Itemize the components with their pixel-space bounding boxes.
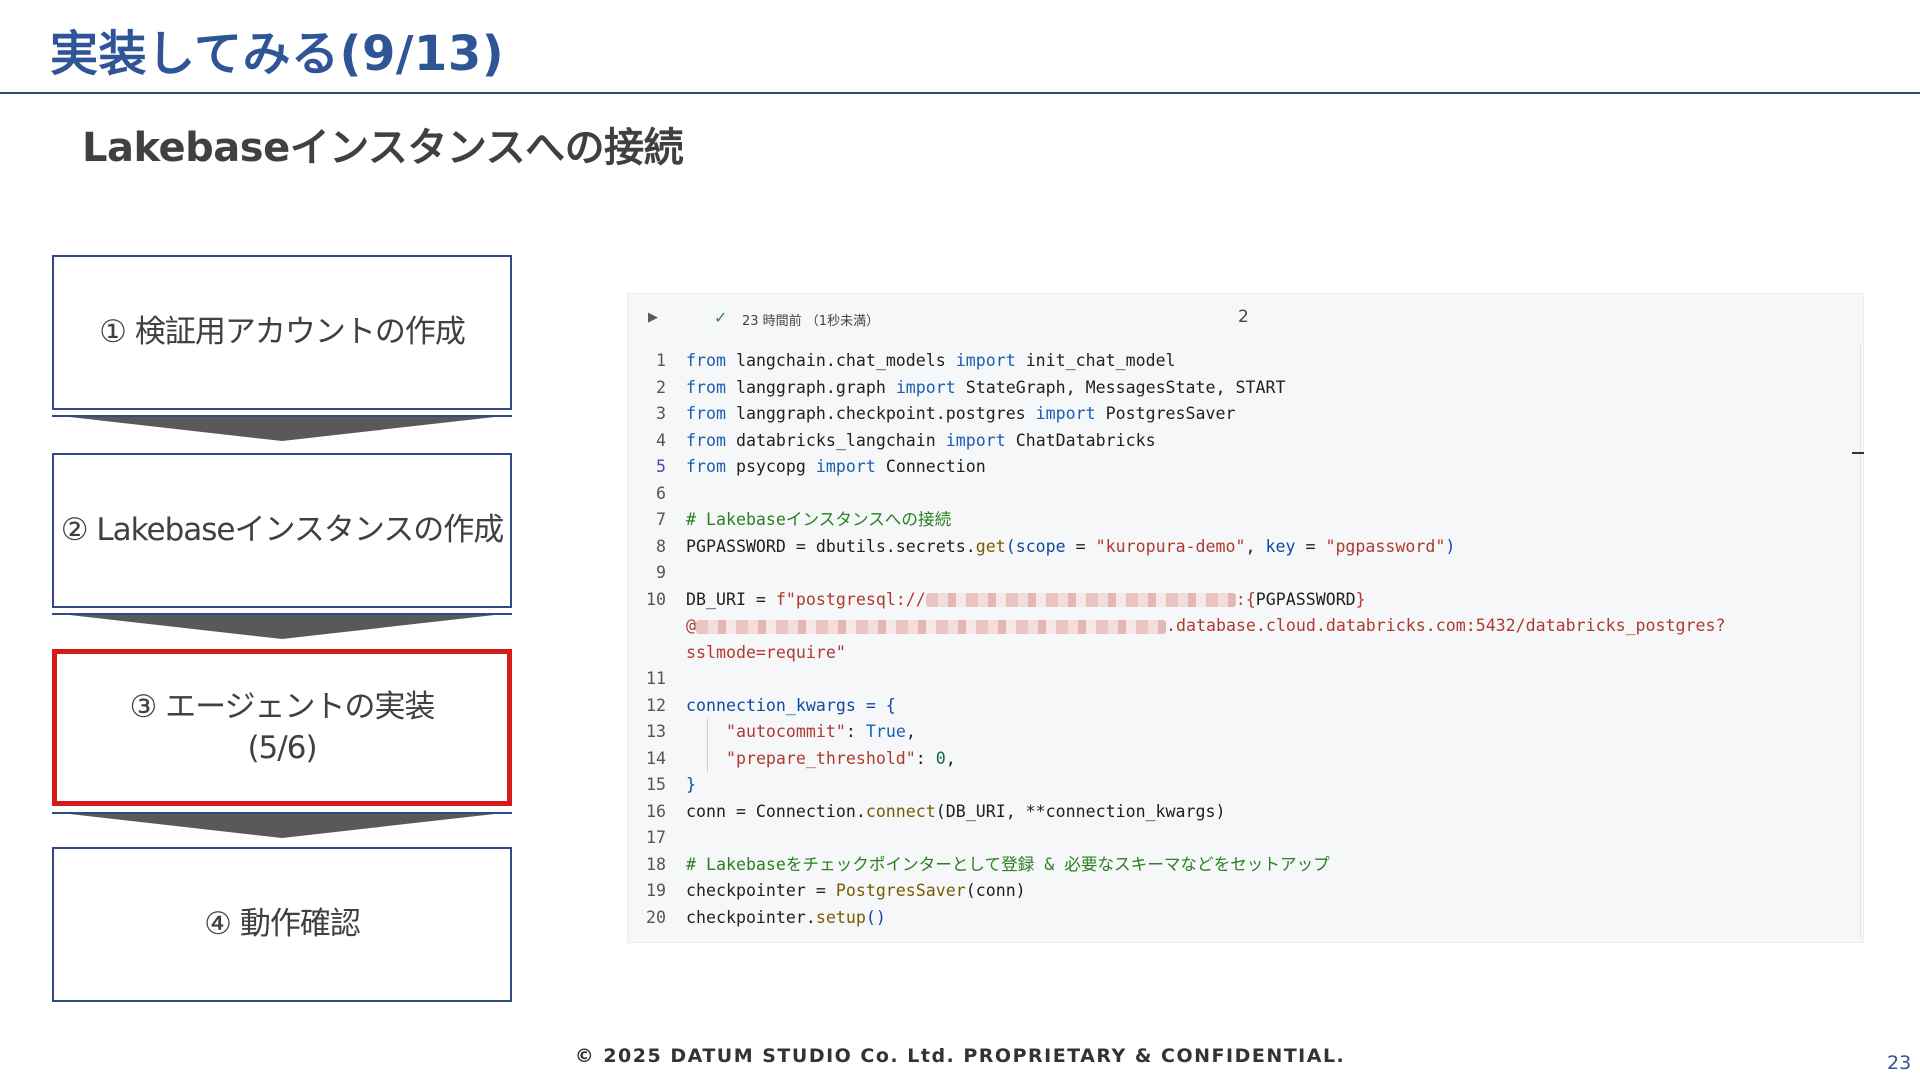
code-line: 1 from langchain.chat_models import init_… (628, 348, 1725, 375)
line-number: 9 (656, 563, 666, 582)
line-number: 14 (646, 748, 666, 768)
code-line: 18 # Lakebaseをチェックポインターとして登録 & 必要なスキーマなどを… (628, 852, 1725, 879)
code-line: 11 (628, 666, 1725, 693)
title-divider (0, 92, 1920, 94)
code-line: 3 from langgraph.checkpoint.postgres impo… (628, 401, 1725, 428)
code-line: 9 (628, 560, 1725, 587)
slide-title: 実装してみる(9/13) (50, 26, 505, 82)
step-label-3: ③ エージェントの実装 (129, 689, 435, 726)
cell-right-border (1860, 344, 1861, 939)
line-number: 10 (646, 589, 666, 609)
code-line: 14 "prepare_threshold": 0, (628, 745, 1725, 772)
run-status: 23 時間前 （1秒未満） (742, 314, 880, 329)
code-line: 13 "autocommit": True, (628, 719, 1725, 746)
line-number: 12 (646, 695, 666, 715)
line-number: 20 (646, 907, 666, 927)
down-arrow-1 (52, 415, 512, 441)
code-line: 16 conn = Connection.connect(DB_URI, **co… (628, 799, 1725, 826)
line-number: 2 (656, 377, 666, 397)
code-line: @ .database.cloud.databricks.com:5432/dat… (686, 616, 1726, 635)
code-line: 10 DB_URI = f"postgresql://:{PGPASSWORD} (628, 587, 1725, 614)
code-line: sslmode=require" (686, 642, 846, 662)
play-icon[interactable]: ▶ (648, 310, 658, 325)
step-progress-3: (5/6) (247, 729, 317, 766)
line-number: 3 (656, 404, 666, 423)
line-number: 6 (656, 483, 666, 503)
line-number: 11 (646, 669, 666, 688)
step-box-2: ② Lakebaseインスタンスの作成 (52, 453, 512, 608)
line-number: 16 (646, 801, 666, 821)
footer-copyright: © 2025 DATUM STUDIO Co. Ltd. PROPRIETARY… (574, 1045, 1346, 1067)
line-number: 4 (656, 430, 666, 450)
code-line: 5 from psycopg import Connection (628, 454, 1725, 481)
code-line: 7 # Lakebaseインスタンスへの接続 (628, 507, 1725, 534)
code-line: 8 PGPASSWORD = dbutils.secrets.get(scope … (628, 534, 1725, 561)
check-icon: ✓ (714, 308, 728, 327)
step-label-2: ② Lakebaseインスタンスの作成 (60, 512, 504, 549)
code-line: 17 (628, 825, 1725, 852)
step-box-4: ④ 動作確認 (52, 847, 512, 1002)
code-line: 19 checkpointer = PostgresSaver(conn) (628, 878, 1725, 905)
redacted-text (696, 619, 1166, 634)
line-number: 18 (646, 854, 666, 874)
code-line: 4 from databricks_langchain import ChatDa… (628, 428, 1725, 455)
code-line: 12 connection_kwargs = { (628, 693, 1725, 720)
line-number: 1 (656, 351, 666, 370)
redacted-text (925, 593, 1236, 607)
code-line: 20 checkpointer.setup() (628, 905, 1725, 932)
slide-subtitle: Lakebaseインスタンスへの接続 (82, 125, 684, 171)
scroll-indicator[interactable] (1852, 452, 1864, 454)
cell-header: ▶ ✓ 23 時間前 （1秒未満） 2 (628, 294, 1863, 344)
code-line: 2 from langgraph.graph import StateGraph,… (628, 375, 1725, 402)
cell-count: 2 (1238, 307, 1249, 327)
code-line: 6 (628, 481, 1725, 508)
step-box-1: ① 検証用アカウントの作成 (52, 255, 512, 410)
line-number: 13 (646, 722, 666, 741)
indent-guide (707, 719, 708, 746)
step-label-4: ④ 動作確認 (204, 906, 361, 943)
page-number: 23 (1887, 1052, 1912, 1074)
code-comment: # Lakebaseをチェックポインターとして登録 & 必要なスキーマなどをセッ… (686, 854, 1330, 874)
indent-guide (707, 745, 708, 772)
code-line: 15} (628, 772, 1725, 799)
notebook-cell[interactable]: ▶ ✓ 23 時間前 （1秒未満） 2 1 from langchain.chat… (627, 293, 1864, 943)
line-number: 17 (646, 828, 666, 847)
down-arrow-3 (52, 812, 512, 838)
line-number: 19 (646, 881, 666, 900)
down-arrow-2 (52, 613, 512, 639)
line-number: 5 (656, 457, 666, 476)
code-comment: # Lakebaseインスタンスへの接続 (686, 510, 952, 529)
line-number: 7 (656, 510, 666, 529)
step-box-3-active: ③ エージェントの実装 (5/6) (52, 649, 512, 806)
step-label-1: ① 検証用アカウントの作成 (99, 314, 466, 351)
code-editor[interactable]: 1 from langchain.chat_models import init_… (628, 348, 1725, 931)
line-number: 8 (656, 536, 666, 556)
line-number: 15 (646, 775, 666, 794)
